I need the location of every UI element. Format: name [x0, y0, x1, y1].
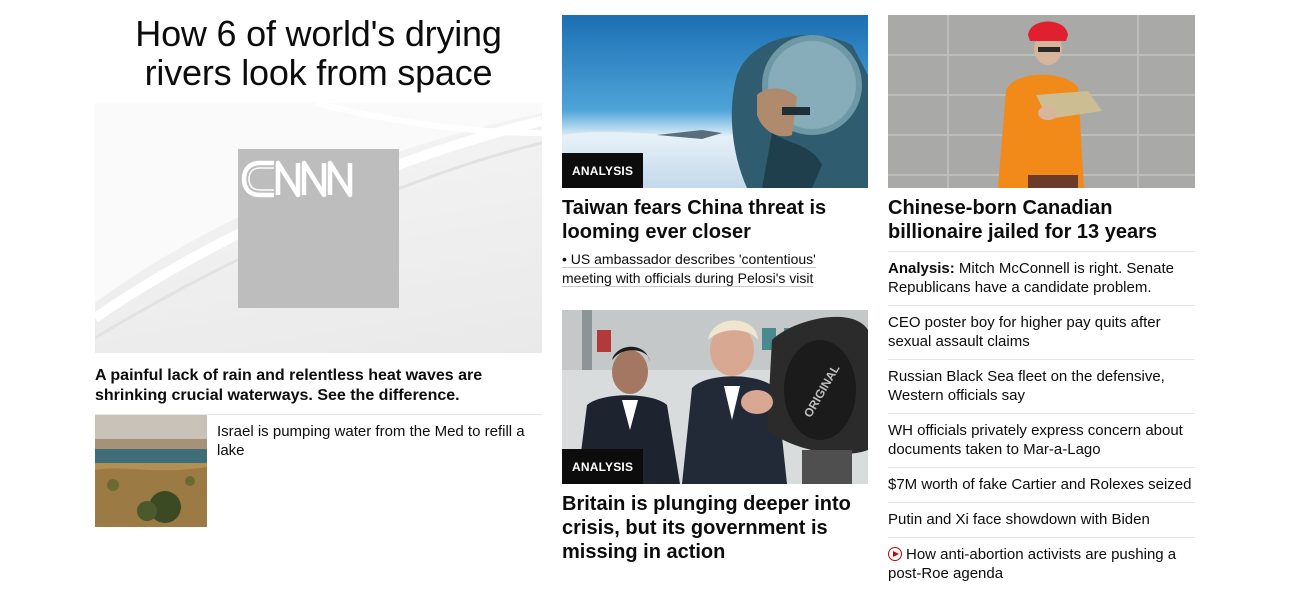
list-item[interactable]: CEO poster boy for higher pay quits afte… — [888, 305, 1195, 359]
related-link-text[interactable]: • US ambassador describes 'contentious' … — [562, 251, 816, 287]
list-item-text[interactable]: $7M worth of fake Cartier and Rolexes se… — [888, 476, 1191, 493]
list-item-text[interactable]: WH officials privately express concern a… — [888, 422, 1183, 458]
list-item-text[interactable]: Putin and Xi face showdown with Biden — [888, 511, 1150, 528]
billionaire-image[interactable] — [888, 15, 1195, 188]
sub-story-text[interactable]: Israel is pumping water from the Med to … — [217, 422, 542, 527]
related-link[interactable]: • US ambassador describes 'contentious' … — [562, 250, 868, 288]
hero-title[interactable]: How 6 of world's drying rivers look from… — [95, 14, 542, 92]
list-item[interactable]: How anti-abortion activists are pushing … — [888, 537, 1195, 591]
sub-story[interactable]: Israel is pumping water from the Med to … — [95, 415, 542, 527]
video-play-icon — [888, 547, 902, 561]
analysis-badge: ANALYSIS — [562, 449, 644, 484]
analysis-prefix: Analysis: — [888, 260, 955, 277]
hero-caption[interactable]: A painful lack of rain and relentless he… — [95, 366, 542, 406]
hero-image[interactable] — [95, 103, 542, 353]
right-column: Chinese-born Canadian billionaire jailed… — [888, 0, 1195, 591]
lake-image — [95, 415, 207, 527]
list-item-text[interactable]: CEO poster boy for higher pay quits afte… — [888, 314, 1161, 350]
cnn-logo — [238, 149, 399, 308]
list-item[interactable]: Putin and Xi face showdown with Biden — [888, 502, 1195, 537]
list-item[interactable]: WH officials privately express concern a… — [888, 413, 1195, 467]
taiwan-image[interactable]: ANALYSIS — [562, 15, 868, 188]
taiwan-headline[interactable]: Taiwan fears China threat is looming eve… — [562, 196, 868, 244]
analysis-badge: ANALYSIS — [562, 153, 644, 188]
britain-headline[interactable]: Britain is plunging deeper into crisis, … — [562, 492, 868, 564]
man-reading-image — [888, 15, 1195, 188]
hero-column: How 6 of world's drying rivers look from… — [95, 0, 542, 527]
cnn-logo-icon — [241, 160, 353, 198]
list-item[interactable]: Russian Black Sea fleet on the defensive… — [888, 359, 1195, 413]
lake-thumbnail[interactable] — [95, 415, 207, 527]
list-item-text[interactable]: How anti-abortion activists are pushing … — [888, 546, 1176, 582]
list-item-text[interactable]: Russian Black Sea fleet on the defensive… — [888, 368, 1165, 404]
billionaire-headline[interactable]: Chinese-born Canadian billionaire jailed… — [888, 196, 1195, 244]
britain-image[interactable]: ORIGINAL ANALYSIS — [562, 310, 868, 484]
list-item[interactable]: Analysis: Mitch McConnell is right. Sena… — [888, 251, 1195, 305]
middle-column: ANALYSIS Taiwan fears China threat is lo… — [562, 0, 868, 564]
list-item[interactable]: $7M worth of fake Cartier and Rolexes se… — [888, 467, 1195, 502]
